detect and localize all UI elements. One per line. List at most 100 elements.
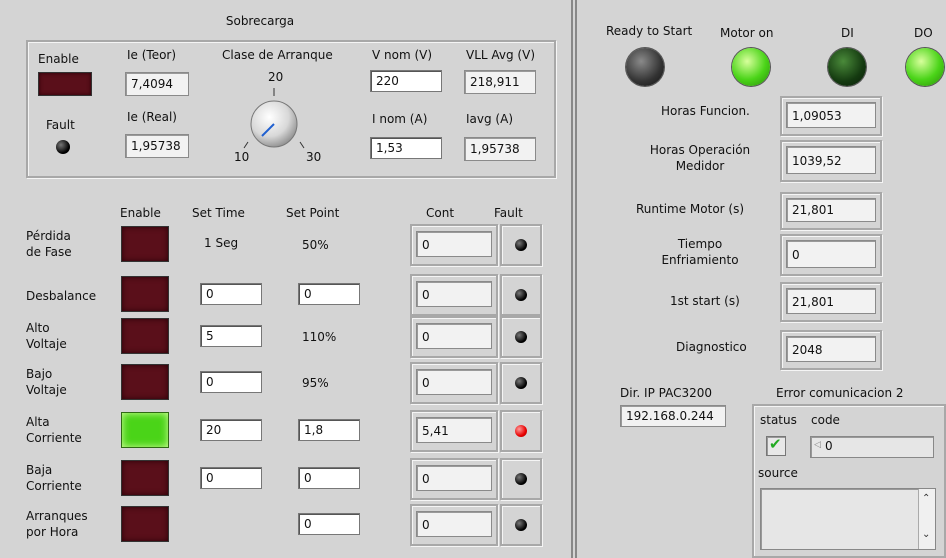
- protection-enable-button[interactable]: [121, 460, 169, 496]
- code-label: code: [811, 413, 840, 427]
- scroll-down-icon[interactable]: ⌄: [922, 529, 930, 540]
- ready-to-start-led: [626, 48, 664, 86]
- sobrecarga-title: Sobrecarga: [225, 14, 295, 28]
- fault-label: Fault: [46, 118, 75, 132]
- set-point-input[interactable]: 0: [298, 513, 360, 535]
- overload-fault-led: [56, 140, 70, 154]
- set-time-input[interactable]: 20: [200, 419, 262, 441]
- do-led: [906, 48, 944, 86]
- set-point-text: 95%: [302, 376, 329, 390]
- tiempo-enfriamiento-label: Tiempo Enfriamiento: [640, 236, 760, 268]
- vll-avg-indicator: 218,911: [464, 70, 536, 94]
- header-cont: Cont: [426, 206, 455, 220]
- checkmark-icon: ✔: [769, 435, 782, 453]
- protection-row-label-line1: Alta: [26, 415, 50, 429]
- code-increment-icon[interactable]: ◁: [814, 440, 821, 450]
- protection-row-label-line1: Arranques: [26, 509, 88, 523]
- protection-row-label-line1: Desbalance: [26, 289, 97, 303]
- horas-operacion-label: Horas Operación Medidor: [630, 142, 770, 174]
- iavg-indicator: 1,95738: [464, 137, 536, 161]
- tiempo-label-line2: Enfriamiento: [661, 253, 739, 267]
- di-label: DI: [841, 26, 854, 40]
- protection-enable-button[interactable]: [121, 226, 169, 262]
- fault-led: [515, 239, 527, 251]
- error-cluster-title: Error comunicacion 2: [776, 386, 904, 400]
- protection-enable-button[interactable]: [121, 276, 169, 312]
- diagnostico-indicator: 2048: [786, 336, 876, 362]
- fault-led: [515, 377, 527, 389]
- iavg-label: Iavg (A): [466, 112, 513, 126]
- clase-arranque-label: Clase de Arranque: [222, 48, 333, 62]
- set-time-input[interactable]: 5: [200, 325, 262, 347]
- set-point-input[interactable]: 0: [298, 467, 360, 489]
- protection-row-label-line1: Alto: [26, 321, 50, 335]
- ip-indicator: 192.168.0.244: [620, 405, 726, 427]
- protection-enable-button[interactable]: [121, 364, 169, 400]
- status-label: status: [760, 413, 797, 427]
- set-point-text: 110%: [302, 330, 337, 344]
- cont-indicator: 0: [416, 465, 492, 491]
- diagnostico-label: Diagnostico: [676, 340, 747, 354]
- source-label: source: [758, 466, 798, 480]
- inom-label: I nom (A): [372, 112, 428, 126]
- fault-led: [515, 289, 527, 301]
- set-time-input[interactable]: 0: [200, 467, 262, 489]
- protection-row-label-line2: Corriente: [26, 479, 82, 493]
- ie-teor-label: Ie (Teor): [127, 48, 177, 62]
- header-enable: Enable: [120, 206, 161, 220]
- protection-row-label: Alta Corriente: [26, 414, 82, 446]
- protection-enable-button[interactable]: [121, 318, 169, 354]
- scroll-up-icon[interactable]: ⌃: [922, 493, 930, 504]
- set-point-input[interactable]: 1,8: [298, 419, 360, 441]
- clase-arranque-knob[interactable]: [228, 86, 320, 158]
- protection-row-label-line1: Pérdida: [26, 229, 71, 243]
- enable-label: Enable: [38, 52, 79, 66]
- header-fault: Fault: [494, 206, 523, 220]
- protection-row-label-line2: por Hora: [26, 525, 79, 539]
- vnom-input[interactable]: 220: [370, 70, 442, 92]
- protection-row-label-line1: Bajo: [26, 367, 53, 381]
- ip-label: Dir. IP PAC3200: [620, 386, 713, 400]
- runtime-motor-indicator: 21,801: [786, 198, 876, 222]
- tiempo-label-line1: Tiempo: [677, 237, 723, 251]
- protection-row-label-line2: Voltaje: [26, 383, 67, 397]
- ready-to-start-label: Ready to Start: [606, 24, 693, 38]
- protection-row-label: Bajo Voltaje: [26, 366, 67, 398]
- set-time-input[interactable]: 0: [200, 283, 262, 305]
- fault-led: [515, 473, 527, 485]
- cont-indicator: 0: [416, 369, 492, 395]
- code-field[interactable]: ◁ 0: [810, 436, 934, 458]
- panel-divider: [571, 0, 573, 558]
- cont-indicator: 0: [416, 323, 492, 349]
- ie-teor-indicator: 7,4094: [125, 72, 189, 96]
- horas-funcion-label: Horas Funcion.: [661, 104, 750, 118]
- first-start-indicator: 21,801: [786, 288, 876, 314]
- protection-row-label: Arranques por Hora: [26, 508, 88, 540]
- knob-tick-20: 20: [268, 70, 284, 84]
- set-point-input[interactable]: 0: [298, 283, 360, 305]
- horas-funcion-indicator: 1,09053: [786, 102, 876, 128]
- header-set-point: Set Point: [286, 206, 340, 220]
- status-checkbox[interactable]: ✔: [766, 435, 786, 456]
- protection-row-label: Alto Voltaje: [26, 320, 67, 352]
- runtime-motor-label: Runtime Motor (s): [636, 202, 745, 216]
- protection-row-label-line2: de Fase: [26, 245, 72, 259]
- overload-enable-button[interactable]: [38, 72, 92, 96]
- ie-real-label: Ie (Real): [127, 110, 177, 124]
- vll-avg-label: VLL Avg (V): [466, 48, 536, 62]
- source-scrollbar[interactable]: ⌃ ⌄: [918, 489, 935, 549]
- protection-row-label-line2: Voltaje: [26, 337, 67, 351]
- motor-on-label: Motor on: [720, 26, 774, 40]
- set-time-input[interactable]: 0: [200, 371, 262, 393]
- protection-row-label-line1: Baja: [26, 463, 53, 477]
- inom-input[interactable]: 1,53: [370, 137, 442, 159]
- horas-operacion-label-line2: Medidor: [675, 159, 725, 173]
- protection-enable-button[interactable]: [121, 412, 169, 448]
- set-point-text: 50%: [302, 238, 329, 252]
- source-textbox[interactable]: ⌃ ⌄: [760, 488, 936, 550]
- horas-operacion-indicator: 1039,52: [786, 146, 876, 174]
- motor-on-led: [732, 48, 770, 86]
- protection-enable-button[interactable]: [121, 506, 169, 542]
- fault-led: [515, 331, 527, 343]
- protection-row-label: Desbalance: [26, 288, 96, 304]
